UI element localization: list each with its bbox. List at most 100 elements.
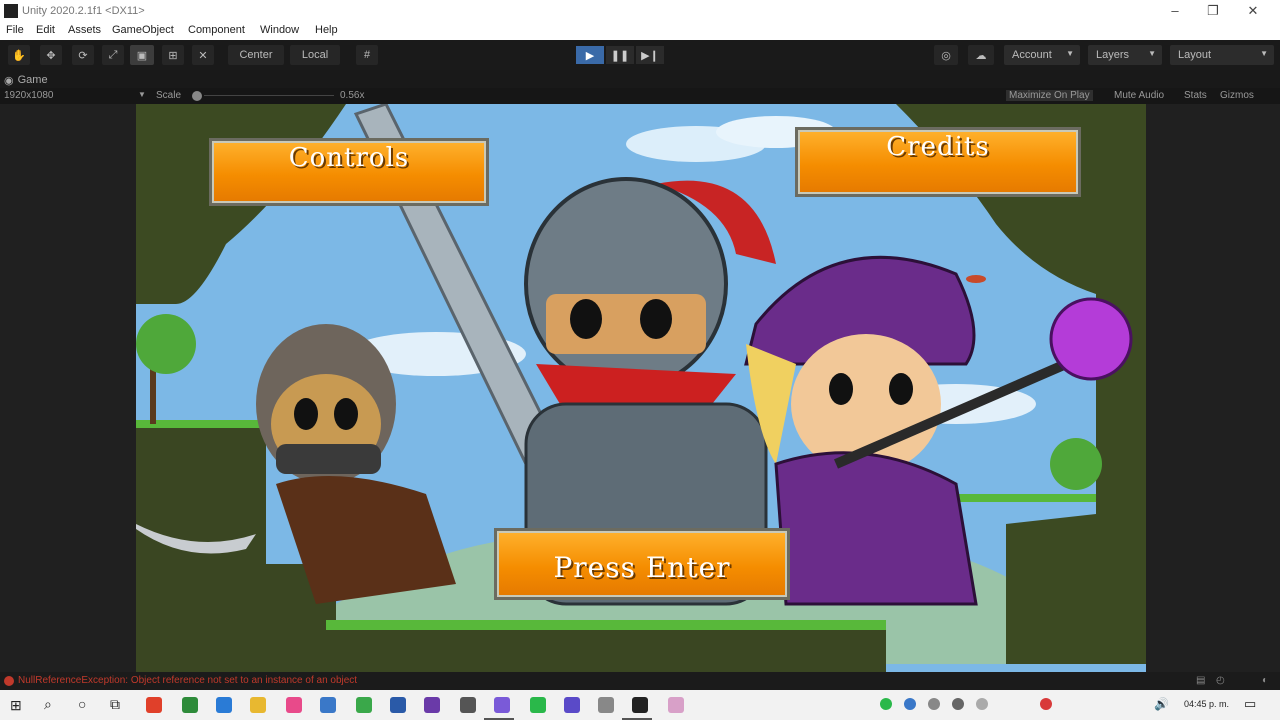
tray-icon[interactable] [904,698,916,710]
title-bar: Unity 2020.2.1f1 <DX11> – ❐ ✕ [0,0,1280,22]
rotate-tool-icon[interactable]: ⟳ [72,45,94,65]
wizard-robe [774,451,978,606]
windows-start-icon[interactable]: ⊞ [10,697,22,714]
chrome-profile-icon[interactable] [182,697,198,713]
app-icon[interactable] [530,697,546,713]
search-icon[interactable]: ⌕ [44,696,52,713]
app-icon[interactable] [668,697,684,713]
app-icon[interactable] [424,697,440,713]
pivot-center-button[interactable]: Center [228,45,284,65]
progress-icon[interactable]: ◐ [1262,675,1268,686]
menu-gameobject[interactable]: GameObject [112,24,174,36]
pivot-local-button[interactable]: Local [290,45,340,65]
app-icon[interactable] [320,697,336,713]
ninja-mask [276,444,381,474]
resolution-dropdown[interactable]: 1920x1080 [4,90,54,101]
scale-label: Scale [156,90,182,101]
tab-game-label: Game [17,74,48,86]
mute-audio-toggle[interactable]: Mute Audio [1114,90,1164,101]
wizard-eye [889,373,913,405]
close-icon[interactable]: ✕ [1238,2,1268,20]
app-icon[interactable] [460,697,476,713]
stats-toggle[interactable]: Stats [1184,90,1207,101]
app-icon[interactable] [598,697,614,713]
tray-icon[interactable] [880,698,892,710]
maximize-on-play-toggle[interactable]: Maximize On Play [1006,90,1093,101]
scale-slider-handle[interactable] [192,91,202,101]
app-icon[interactable] [286,697,302,713]
wizard-orb [1049,297,1133,381]
vscode-icon[interactable] [216,697,232,713]
grass-ledge [326,620,886,630]
menu-bar: File Edit Assets GameObject Component Wi… [0,22,1280,40]
pivot-center-label: Center [239,49,273,61]
cortana-icon[interactable]: ○ [78,696,86,712]
chevron-down-icon: ▼ [1148,49,1156,58]
account-dropdown[interactable]: Account ▼ [1004,45,1080,65]
game-view-bar: 1920x1080 ▼ Scale 0.56x Maximize On Play… [0,88,1280,104]
gizmos-toggle[interactable]: Gizmos [1220,90,1254,101]
scale-value: 0.56x [340,90,365,101]
volume-icon[interactable]: 🔊 [1154,697,1169,711]
console-message: NullReferenceException: Object reference… [18,675,358,686]
minimize-icon[interactable]: – [1160,2,1190,20]
knight-helmet [524,177,728,391]
menu-file[interactable]: File [6,24,24,36]
credits-button[interactable]: Credits [795,127,1081,197]
knight-eye [570,299,602,339]
visual-studio-icon[interactable] [564,697,580,713]
chevron-down-icon: ▼ [1066,49,1074,58]
file-explorer-icon[interactable] [250,697,266,713]
menu-help[interactable]: Help [315,24,338,36]
notifications-icon[interactable]: ▭ [1244,696,1256,712]
custom-tool-icon[interactable]: ✕ [192,45,214,65]
unity-icon[interactable] [632,697,648,713]
controls-label: Controls [288,143,410,173]
console-status-bar[interactable]: NullReferenceException: Object reference… [0,672,1280,690]
clock: 04:45 p. m. [1184,699,1230,709]
pause-button[interactable]: ❚❚ [606,46,634,64]
knight-eye [640,299,672,339]
move-tool-icon[interactable]: ✥ [40,45,62,65]
error-icon [4,676,14,686]
collab-icon[interactable]: ◎ [934,45,958,65]
scale-tool-icon[interactable]: ⤢ [102,45,124,65]
step-button[interactable]: ▶❙ [636,46,664,64]
word-icon[interactable] [390,697,406,713]
menu-edit[interactable]: Edit [36,24,55,36]
scale-slider-track[interactable] [204,95,334,96]
restore-icon[interactable]: ❐ [1198,2,1228,20]
ninja-eye [334,398,358,430]
press-enter-button[interactable]: Press Enter [494,528,790,600]
menu-window[interactable]: Window [260,24,299,36]
cloud-icon[interactable]: ☁ [968,45,994,65]
hand-tool-icon[interactable]: ✋ [8,45,30,65]
wizard-eye [829,373,853,405]
play-button[interactable]: ▶ [576,46,604,64]
tray-icon[interactable] [976,698,988,710]
transform-tool-icon[interactable]: ⊞ [162,45,184,65]
unity-logo-icon [4,4,18,18]
grid-snap-icon[interactable]: # [356,45,378,65]
menu-component[interactable]: Component [188,24,245,36]
controls-button[interactable]: Controls [209,138,489,206]
game-scene[interactable]: Controls Credits Press Enter [136,104,1146,672]
menu-assets[interactable]: Assets [68,24,101,36]
layout-dropdown[interactable]: Layout ▼ [1170,45,1274,65]
task-view-icon[interactable]: ⧉ [110,696,120,713]
cache-icon[interactable]: ◴ [1216,675,1225,686]
taskbar: ⊞ ⌕ ○ ⧉ 🔊 04:45 p. m. ▭ [0,690,1280,720]
game-tab-icon: ◉ [4,74,14,87]
chevron-down-icon[interactable]: ▼ [138,90,146,99]
app-icon[interactable] [356,697,372,713]
game-view: Controls Credits Press Enter [0,104,1280,672]
layers-dropdown[interactable]: Layers ▼ [1088,45,1162,65]
tab-game[interactable]: ◉ Game [4,72,48,88]
tray-icon[interactable] [928,698,940,710]
console-icon[interactable]: ▤ [1196,675,1205,686]
chrome-icon[interactable] [146,697,162,713]
rect-tool-icon[interactable]: ▣ [130,45,154,65]
tray-icon[interactable] [1040,698,1052,710]
tray-icon[interactable] [952,698,964,710]
app-icon[interactable] [494,697,510,713]
